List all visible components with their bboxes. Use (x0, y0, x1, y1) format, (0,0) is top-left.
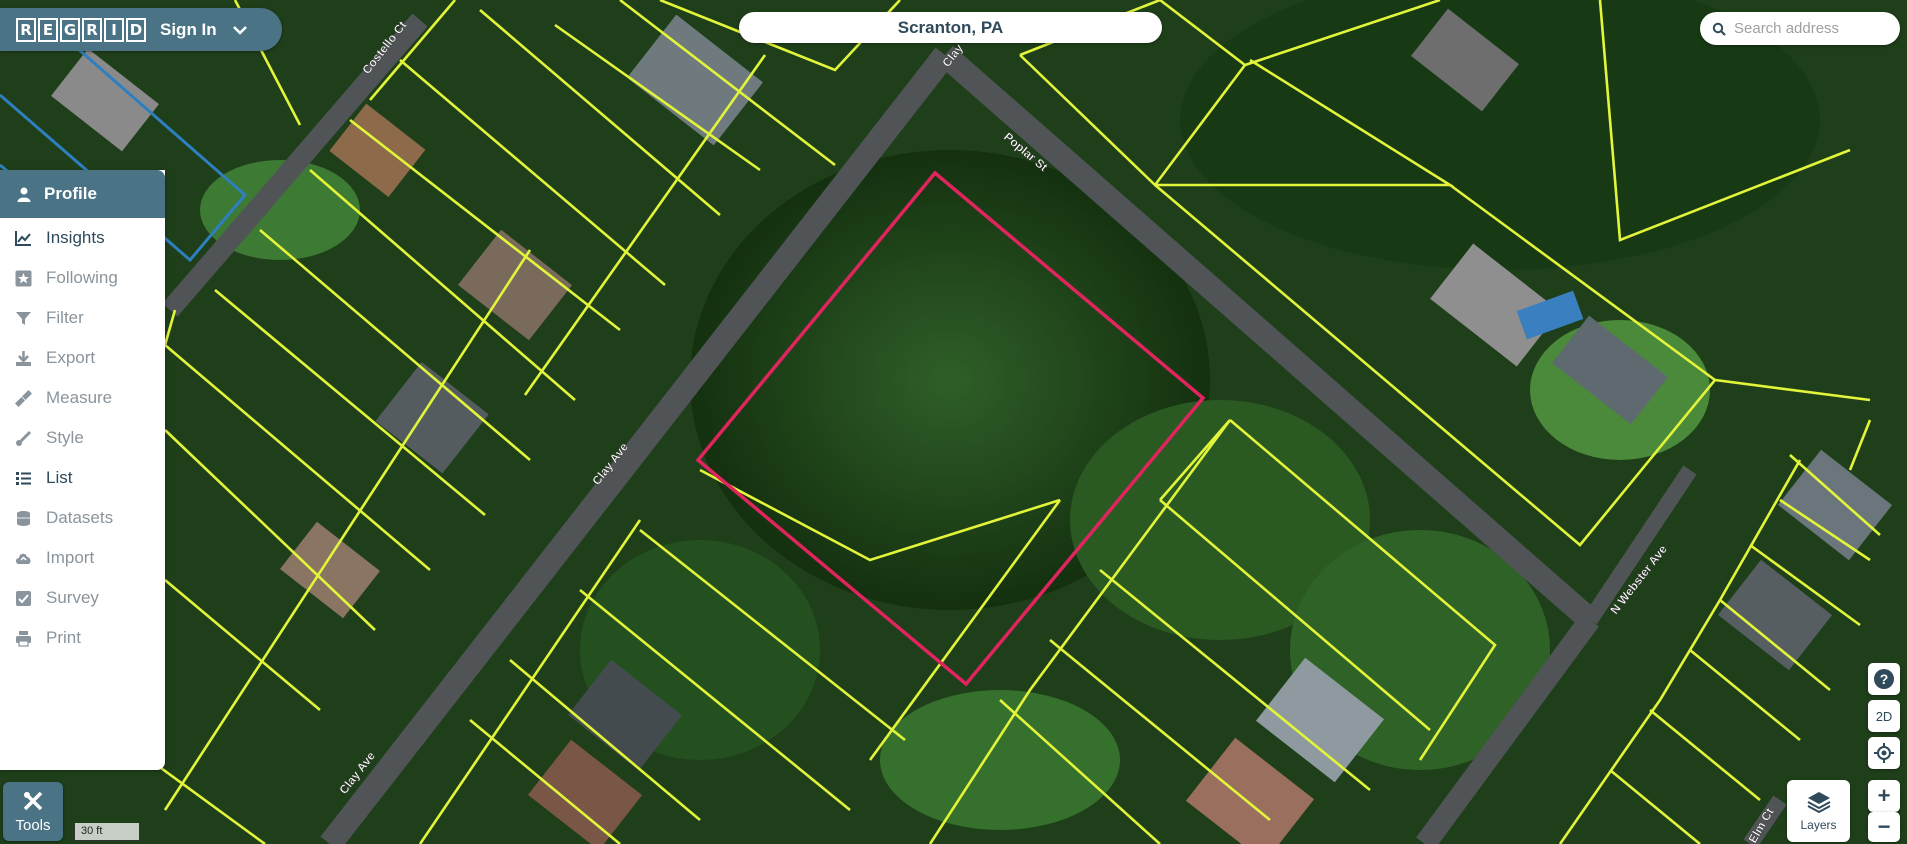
sidebar-item-export[interactable]: Export (0, 338, 165, 378)
sidebar-header-label: Profile (44, 184, 97, 203)
sidebar-item-label: Export (46, 348, 96, 367)
sidebar-item-label: Style (46, 428, 84, 447)
database-icon (17, 510, 30, 526)
tools-icon (23, 791, 43, 811)
scale-bar: 30 ft (74, 823, 140, 841)
sidebar-item-datasets[interactable]: Datasets (0, 498, 165, 538)
sidebar-item-label: Insights (46, 228, 105, 247)
sidebar-item-label: Print (46, 628, 81, 647)
sidebar-item-profile[interactable]: Profile (0, 170, 165, 218)
sidebar-item-list[interactable]: List (0, 458, 165, 498)
sidebar-item-label: Following (46, 268, 118, 287)
sidebar: Profile Insights Following Filter Export… (0, 170, 165, 770)
sidebar-item-measure[interactable]: Measure (0, 378, 165, 418)
sidebar-item-following[interactable]: Following (0, 258, 165, 298)
sidebar-item-import[interactable]: Import (0, 538, 165, 578)
printer-icon (16, 630, 31, 647)
search-input[interactable] (1734, 20, 1884, 37)
layers-icon (1807, 792, 1830, 814)
search-box[interactable] (1700, 12, 1900, 45)
sign-in-button[interactable]: Sign In (160, 20, 249, 40)
crosshair-icon (1874, 743, 1894, 763)
sidebar-item-print[interactable]: Print (0, 618, 165, 658)
help-button[interactable]: ? (1868, 663, 1900, 695)
sidebar-item-filter[interactable]: Filter (0, 298, 165, 338)
layers-label: Layers (1800, 818, 1837, 832)
filter-icon (16, 311, 31, 325)
logo-letter: G (60, 17, 80, 42)
brand-bar: R E G R I D Sign In (0, 8, 282, 51)
sidebar-item-label: Import (46, 548, 95, 567)
download-icon (16, 350, 31, 366)
chevron-down-icon (232, 25, 247, 35)
chart-line-icon (15, 230, 31, 246)
cloud-upload-icon (16, 553, 31, 564)
sign-in-label: Sign In (160, 19, 217, 39)
star-icon (15, 270, 32, 286)
layers-button[interactable]: Layers (1787, 780, 1850, 842)
zoom-out-button[interactable]: − (1868, 812, 1900, 842)
logo-letter: R (82, 17, 102, 42)
list-icon (16, 471, 31, 485)
view-mode-toggle[interactable]: 2D (1868, 700, 1900, 732)
logo-letter: R (16, 17, 36, 42)
logo-letter: I (104, 17, 124, 42)
tools-button[interactable]: Tools (3, 782, 63, 841)
tools-label: Tools (15, 817, 51, 834)
locate-button[interactable] (1868, 737, 1900, 769)
sidebar-item-label: List (46, 468, 73, 487)
sidebar-item-insights[interactable]: Insights (0, 218, 165, 258)
sidebar-item-style[interactable]: Style (0, 418, 165, 458)
regrid-logo[interactable]: R E G R I D (16, 17, 146, 42)
ruler-icon (15, 389, 32, 407)
logo-letter: E (38, 17, 58, 42)
logo-letter: D (126, 17, 146, 42)
zoom-in-button[interactable]: + (1868, 780, 1900, 812)
paintbrush-icon (16, 430, 32, 446)
sidebar-item-label: Measure (46, 388, 113, 407)
help-icon: ? (1874, 669, 1894, 689)
user-icon (17, 187, 31, 202)
sidebar-item-survey[interactable]: Survey (0, 578, 165, 618)
sidebar-item-label: Survey (46, 588, 99, 607)
aerial-map[interactable]: Costello Ct Clay Poplar St Clay Ave Clay… (0, 0, 1907, 844)
sidebar-item-label: Filter (46, 308, 84, 327)
checkbox-icon (16, 590, 31, 606)
search-icon (1712, 22, 1726, 36)
location-title[interactable]: Scranton, PA (739, 12, 1162, 43)
sidebar-item-label: Datasets (46, 508, 114, 527)
